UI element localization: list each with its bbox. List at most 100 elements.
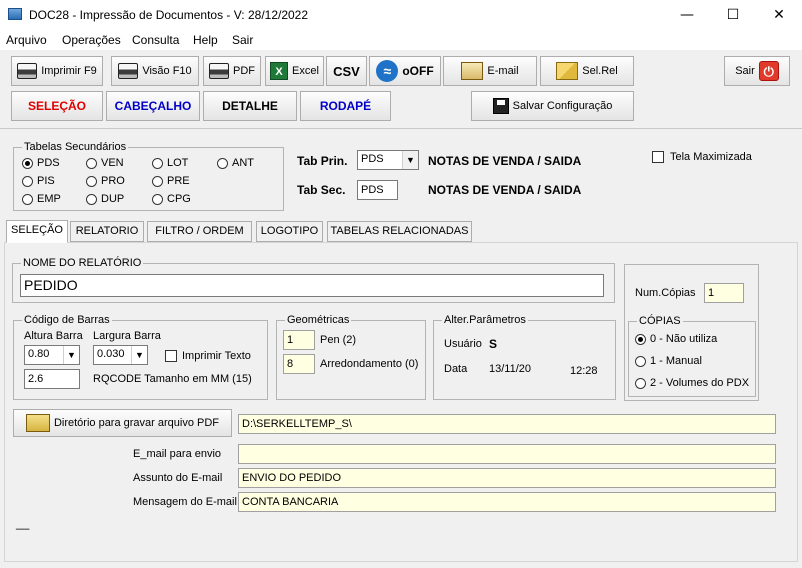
arredondamento-input[interactable]: 8 — [283, 354, 315, 374]
altura-barra-select[interactable]: 0.80 ▼ — [24, 345, 80, 365]
largura-barra-select[interactable]: 0.030 ▼ — [93, 345, 148, 365]
close-button[interactable]: ✕ — [756, 0, 802, 30]
email-button[interactable]: E-mail — [443, 56, 537, 86]
cabecalho-button[interactable]: CABEÇALHO — [106, 91, 200, 121]
radio-dot — [635, 377, 646, 389]
radio-label: CPG — [167, 193, 191, 205]
qrcode-size-input[interactable]: 2.6 — [24, 369, 80, 389]
menu-help[interactable]: Help — [193, 33, 218, 47]
sair-button[interactable]: Sair ⏻ — [724, 56, 790, 86]
radio-pds[interactable]: PDS — [22, 157, 60, 169]
radio-dot — [22, 175, 33, 187]
ooff-button[interactable]: ≈ oOFF — [369, 56, 441, 86]
imprimir-texto-checkbox[interactable] — [165, 350, 177, 362]
email-mensagem-label: Mensagem do E-mail — [133, 496, 237, 508]
chevron-down-icon[interactable]: ▼ — [131, 346, 147, 364]
salvar-label: Salvar Configuração — [512, 100, 613, 112]
tab-filtro-ordem[interactable]: FILTRO / ORDEM — [147, 221, 252, 242]
imprimir-texto-label: Imprimir Texto — [182, 350, 251, 362]
hora-value: 12:28 — [570, 365, 598, 377]
tab-relatorio[interactable]: RELATORIO — [70, 221, 144, 242]
excel-button[interactable]: X Excel — [265, 56, 324, 86]
minimize-button[interactable]: — — [664, 0, 710, 30]
email-para-label: E_mail para envio — [133, 448, 222, 460]
chevron-down-icon[interactable]: ▼ — [63, 346, 79, 364]
tab-logotipo[interactable]: LOGOTIPO — [256, 221, 323, 242]
tela-maximizada-checkbox[interactable] — [652, 151, 664, 163]
excel-label: Excel — [292, 65, 319, 77]
radio-dup[interactable]: DUP — [86, 193, 124, 205]
radio-dot — [22, 193, 33, 205]
menu-arquivo[interactable]: Arquivo — [6, 33, 47, 47]
tab-selecao[interactable]: SELEÇÃO — [6, 220, 68, 243]
email-mensagem-input[interactable]: CONTA BANCARIA — [238, 492, 776, 512]
pen-input[interactable]: 1 — [283, 330, 315, 350]
app-icon — [8, 8, 22, 20]
selecao-button[interactable]: SELEÇÃO — [11, 91, 103, 121]
visao-label: Visão F10 — [142, 65, 192, 77]
maximize-button[interactable]: ☐ — [710, 0, 756, 30]
radio-emp[interactable]: EMP — [22, 193, 61, 205]
radio-pre[interactable]: PRE — [152, 175, 190, 187]
chevron-down-icon[interactable]: ▼ — [402, 151, 418, 169]
visao-button[interactable]: Visão F10 — [111, 56, 199, 86]
pdf-label: PDF — [233, 65, 255, 77]
radio-label: 2 - Volumes do PDX — [650, 377, 750, 389]
diretorio-pdf-input[interactable]: D:\SERKELLTEMP_S\ — [238, 414, 776, 434]
selrel-label: Sel.Rel — [582, 65, 618, 77]
separator — [0, 128, 802, 129]
tab-prin-select[interactable]: PDS ▼ — [357, 150, 419, 170]
radio-label: LOT — [167, 157, 189, 169]
email-para-input[interactable] — [238, 444, 776, 464]
pdf-button[interactable]: PDF — [203, 56, 261, 86]
menu-operacoes[interactable]: Operações — [62, 33, 121, 47]
folder-icon — [25, 414, 50, 432]
menu-sair[interactable]: Sair — [232, 33, 253, 47]
num-copias-input[interactable]: 1 — [704, 283, 744, 303]
radio-label: 1 - Manual — [650, 355, 702, 367]
csv-button[interactable]: CSV — [326, 56, 367, 86]
tab-tabelas-relacionadas[interactable]: TABELAS RELACIONADAS — [327, 221, 472, 242]
tela-maximizada-label: Tela Maximizada — [670, 151, 752, 163]
copias-option-0[interactable]: 0 - Não utiliza — [635, 333, 717, 345]
radio-pro[interactable]: PRO — [86, 175, 125, 187]
radio-pis[interactable]: PIS — [22, 175, 55, 187]
tab-prin-desc: NOTAS DE VENDA / SAIDA — [428, 154, 582, 168]
folders-icon — [556, 62, 579, 80]
copias-legend: CÓPIAS — [639, 315, 681, 327]
radio-label: PRE — [167, 175, 190, 187]
radio-lot[interactable]: LOT — [152, 157, 188, 169]
tabelas-legend: Tabelas Secundários — [24, 141, 127, 153]
bottom-mark: __ — [16, 516, 30, 530]
email-assunto-input[interactable]: ENVIO DO PEDIDO — [238, 468, 776, 488]
radio-ant[interactable]: ANT — [217, 157, 254, 169]
salvar-configuracao-button[interactable]: Salvar Configuração — [471, 91, 634, 121]
largura-barra-value: 0.030 — [97, 348, 125, 360]
imprimir-button[interactable]: Imprimir F9 — [11, 56, 103, 86]
libreoffice-icon: ≈ — [376, 60, 399, 82]
copias-option-1[interactable]: 1 - Manual — [635, 355, 702, 367]
usuario-label: Usuário — [444, 338, 482, 350]
menu-consulta[interactable]: Consulta — [132, 33, 179, 47]
diretorio-pdf-button[interactable]: Diretório para gravar arquivo PDF — [13, 409, 232, 437]
codigo-barras-legend: Código de Barras — [24, 314, 110, 326]
tab-prin-value: PDS — [361, 153, 384, 165]
radio-label: PIS — [37, 175, 55, 187]
rodape-button[interactable]: RODAPÉ — [300, 91, 391, 121]
tab-sec-field[interactable]: PDS — [357, 180, 398, 200]
alter-parametros-group: Alter.Parâmetros — [433, 314, 616, 400]
diretorio-pdf-label: Diretório para gravar arquivo PDF — [53, 417, 220, 429]
radio-dot — [86, 193, 97, 205]
selrel-button[interactable]: Sel.Rel — [540, 56, 634, 86]
copias-option-2[interactable]: 2 - Volumes do PDX — [635, 377, 749, 389]
radio-cpg[interactable]: CPG — [152, 193, 191, 205]
printer-preview-icon — [118, 63, 139, 79]
radio-ven[interactable]: VEN — [86, 157, 124, 169]
radio-dot — [217, 157, 228, 169]
largura-barra-label: Largura Barra — [93, 330, 161, 342]
data-value: 13/11/20 — [489, 363, 532, 375]
detalhe-button[interactable]: DETALHE — [203, 91, 297, 121]
arredondamento-label: Arredondamento (0) — [320, 358, 419, 370]
nome-relatorio-input[interactable]: PEDIDO — [20, 274, 604, 297]
pdf-printer-icon — [209, 63, 229, 79]
